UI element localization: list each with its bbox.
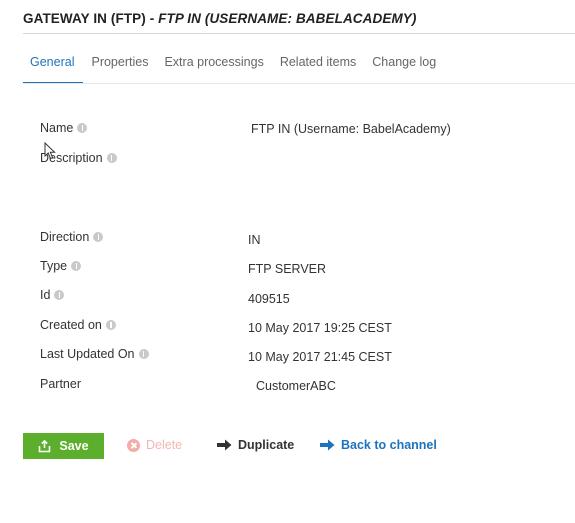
- mouse-cursor-icon: [44, 142, 56, 160]
- direction-label: Direction: [40, 230, 104, 244]
- last-updated-value: 10 May 2017 21:45 CEST: [248, 350, 392, 364]
- duplicate-arrow-icon: [217, 439, 232, 451]
- duplicate-button[interactable]: Duplicate: [217, 438, 294, 452]
- type-label-text: Type: [40, 259, 68, 273]
- name-value: FTP IN (Username: BabelAcademy): [251, 122, 451, 136]
- id-label: Id: [40, 288, 65, 302]
- created-on-label-text: Created on: [40, 318, 102, 332]
- save-label: Save: [59, 439, 89, 453]
- partner-label-text: Partner: [40, 377, 81, 391]
- info-icon[interactable]: [105, 320, 116, 330]
- back-to-channel-button[interactable]: Back to channel: [320, 438, 437, 452]
- info-icon[interactable]: [71, 261, 82, 271]
- info-icon[interactable]: [138, 349, 149, 359]
- delete-label: Delete: [146, 438, 183, 452]
- direction-label-text: Direction: [40, 230, 90, 244]
- name-label: Name: [40, 121, 88, 135]
- info-icon[interactable]: [77, 123, 88, 133]
- partner-label: Partner: [40, 377, 81, 391]
- delete-button[interactable]: Delete: [127, 438, 182, 452]
- duplicate-label: Duplicate: [238, 438, 295, 452]
- save-icon: [39, 439, 51, 452]
- info-icon[interactable]: [54, 290, 65, 300]
- created-on-value: 10 May 2017 19:25 CEST: [248, 321, 392, 335]
- back-arrow-icon: [320, 439, 335, 451]
- info-icon[interactable]: [106, 153, 117, 163]
- back-to-channel-label: Back to channel: [341, 438, 437, 452]
- delete-icon: [127, 438, 140, 452]
- type-label: Type: [40, 259, 82, 273]
- created-on-label: Created on: [40, 318, 116, 332]
- type-value: FTP SERVER: [248, 262, 327, 276]
- last-updated-label: Last Updated On: [40, 347, 149, 361]
- save-button[interactable]: Save: [23, 433, 104, 459]
- general-form: Name FTP IN (Username: BabelAcademy) Des…: [0, 0, 575, 400]
- partner-value[interactable]: CustomerABC: [256, 379, 336, 393]
- name-label-text: Name: [40, 121, 74, 135]
- last-updated-label-text: Last Updated On: [40, 347, 135, 361]
- id-value: 409515: [248, 292, 290, 306]
- action-bar: Save Delete Duplicate Back to channel: [23, 433, 437, 459]
- direction-value: IN: [248, 233, 261, 247]
- info-icon[interactable]: [93, 232, 104, 242]
- id-label-text: Id: [40, 288, 51, 302]
